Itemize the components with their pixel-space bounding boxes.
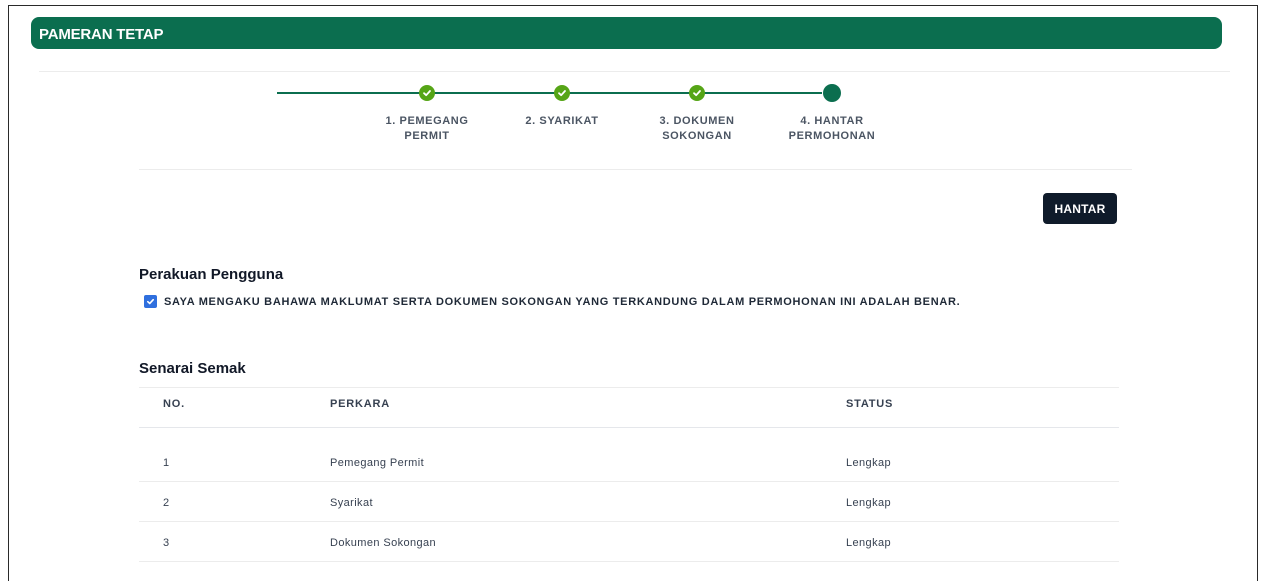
declaration-title: Perakuan Pengguna — [139, 266, 284, 283]
step-4-current-icon[interactable] — [823, 84, 841, 102]
submit-button[interactable]: HANTAR — [1043, 193, 1117, 224]
step-3-label[interactable]: 3. DOKUMEN SOKONGAN — [637, 114, 757, 144]
step-4-label[interactable]: 4. HANTAR PERMOHONAN — [772, 114, 892, 144]
row-no: 1 — [163, 457, 170, 469]
page-title: PAMERAN TETAP — [39, 26, 164, 43]
row-perkara: Syarikat — [330, 497, 373, 509]
declaration-text: SAYA MENGAKU BAHAWA MAKLUMAT SERTA DOKUM… — [164, 296, 961, 308]
checkmark-icon — [146, 298, 155, 305]
row-perkara: Dokumen Sokongan — [330, 537, 437, 549]
step-2-label[interactable]: 2. SYARIKAT — [502, 114, 622, 129]
step-1-label[interactable]: 1. PEMEGANG PERMIT — [367, 114, 487, 144]
step-2-check-icon[interactable] — [554, 85, 570, 101]
checklist-title: Senarai Semak — [139, 360, 246, 377]
page-header: PAMERAN TETAP — [31, 17, 1222, 49]
row-divider — [139, 521, 1119, 522]
divider — [139, 169, 1132, 170]
column-header-status: STATUS — [846, 398, 894, 410]
row-divider — [139, 561, 1119, 562]
divider — [39, 71, 1230, 72]
row-perkara: Pemegang Permit — [330, 457, 425, 469]
row-status: Lengkap — [846, 537, 892, 549]
declaration-checkbox[interactable] — [144, 295, 157, 308]
table-header-border — [139, 427, 1119, 428]
row-divider — [139, 481, 1119, 482]
column-header-no: NO. — [163, 398, 185, 410]
row-no: 3 — [163, 537, 170, 549]
row-no: 2 — [163, 497, 170, 509]
row-status: Lengkap — [846, 497, 892, 509]
table-top-border — [139, 387, 1119, 388]
step-1-check-icon[interactable] — [419, 85, 435, 101]
column-header-perkara: PERKARA — [330, 398, 390, 410]
stepper-track — [277, 92, 822, 94]
step-3-check-icon[interactable] — [689, 85, 705, 101]
row-status: Lengkap — [846, 457, 892, 469]
